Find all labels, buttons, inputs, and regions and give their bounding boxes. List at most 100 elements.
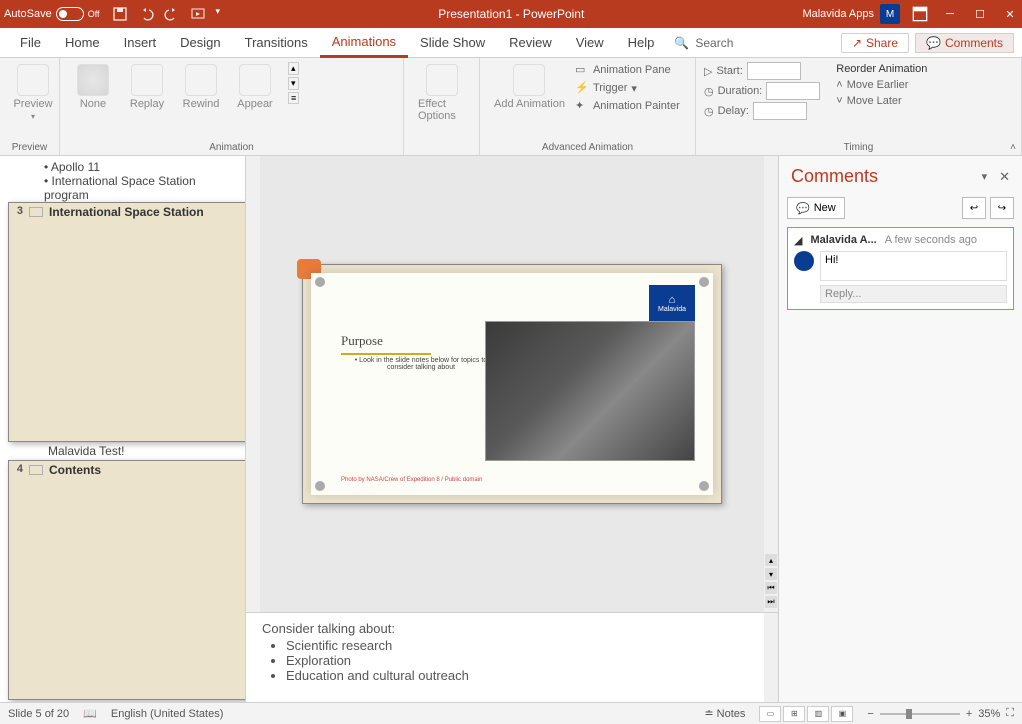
new-comment-button[interactable]: 💬 New (787, 197, 845, 219)
reading-view-icon[interactable]: ▥ (807, 706, 829, 722)
effect-options-button[interactable]: Effect Options (412, 62, 471, 124)
notes-item: Education and cultural outreach (286, 668, 762, 683)
start-from-beginning-icon[interactable] (190, 6, 206, 22)
prev-slide-icon[interactable]: ⏮ (765, 582, 777, 594)
undo-icon[interactable] (138, 6, 154, 22)
delay-field[interactable]: ◷Delay: (704, 102, 820, 120)
comment-icon: 💬 (926, 36, 941, 50)
outline-slide[interactable]: 4Contents (8, 460, 246, 700)
slide-area: ⌂Malavida Purpose • Look in the slide no… (246, 156, 778, 702)
notes-item: Scientific research (286, 638, 762, 653)
outline-slide[interactable]: 3International Space Station (8, 202, 246, 442)
maximize-icon[interactable]: ☐ (972, 6, 988, 22)
user-account[interactable]: Malavida Apps M (802, 4, 900, 24)
scroll-down-icon[interactable]: ▾ (765, 568, 777, 580)
slide-preview[interactable]: ⌂Malavida Purpose • Look in the slide no… (302, 264, 722, 504)
menu-bar: File Home Insert Design Transitions Anim… (0, 28, 1022, 58)
search-button[interactable]: 🔍 Search (666, 36, 741, 50)
star-icon (77, 64, 109, 96)
appear-icon (239, 64, 271, 96)
slide-title: Purpose (341, 333, 431, 355)
notes-pane[interactable]: Consider talking about: Scientific resea… (246, 612, 778, 702)
notes-scroll[interactable] (764, 613, 778, 702)
trigger-button[interactable]: ⚡Trigger ▾ (575, 80, 680, 96)
vscroll-right[interactable]: ▴ ▾ ⏮ ⏭ (764, 156, 778, 612)
tab-animations[interactable]: Animations (320, 28, 408, 58)
slide-sorter-icon[interactable]: ⊞ (783, 706, 805, 722)
gallery-more-icon[interactable]: ≡ (288, 92, 299, 104)
comment-time: A few seconds ago (885, 234, 977, 247)
minimize-icon[interactable]: ─ (942, 6, 958, 22)
outline-bullet[interactable]: Purpose (8, 700, 237, 702)
outline-subtitle[interactable]: Malavida Test! (8, 442, 237, 460)
animation-appear[interactable]: Appear (230, 62, 280, 112)
normal-view-icon[interactable]: ▭ (759, 706, 781, 722)
zoom-out-icon[interactable]: − (867, 708, 873, 720)
group-label-animation: Animation (68, 142, 395, 153)
add-animation-button[interactable]: Add Animation (488, 62, 571, 112)
outline-pane[interactable]: Apollo 11International Space Station pro… (0, 156, 246, 702)
zoom-level[interactable]: 35% (978, 708, 1000, 720)
tab-file[interactable]: File (8, 28, 53, 58)
animation-none[interactable]: None (68, 62, 118, 112)
ribbon-display-icon[interactable] (912, 6, 928, 22)
comments-dropdown-icon[interactable]: ▾ (982, 170, 988, 183)
save-icon[interactable] (112, 6, 128, 22)
slideshow-view-icon[interactable]: ▣ (831, 706, 853, 722)
reorder-label: Reorder Animation (836, 62, 927, 76)
comments-close-icon[interactable]: ✕ (999, 169, 1010, 185)
duration-field[interactable]: ◷Duration: (704, 82, 820, 100)
zoom-in-icon[interactable]: + (966, 708, 972, 720)
close-icon[interactable]: ✕ (1002, 6, 1018, 22)
vscroll-left[interactable] (246, 156, 260, 612)
search-icon: 🔍 (674, 36, 689, 50)
tab-view[interactable]: View (564, 28, 616, 58)
outline-bullet[interactable]: International Space Station program (8, 174, 237, 202)
tab-insert[interactable]: Insert (112, 28, 169, 58)
tab-slideshow[interactable]: Slide Show (408, 28, 497, 58)
comments-button[interactable]: 💬 Comments (915, 33, 1014, 53)
tab-transitions[interactable]: Transitions (233, 28, 320, 58)
language-button[interactable]: English (United States) (111, 708, 224, 720)
move-earlier-button[interactable]: ˄ Move Earlier (836, 78, 927, 92)
spellcheck-icon[interactable]: 📖 (83, 707, 97, 720)
redo-icon[interactable] (164, 6, 180, 22)
tab-review[interactable]: Review (497, 28, 564, 58)
share-button[interactable]: ↗ Share (841, 33, 909, 53)
animation-rewind[interactable]: Rewind (176, 62, 226, 112)
comment-text[interactable]: Hi! (820, 251, 1007, 281)
main-area: Apollo 11International Space Station pro… (0, 156, 1022, 702)
slide-logo: ⌂Malavida (649, 285, 695, 321)
next-comment-button[interactable]: ↪ (990, 197, 1014, 219)
comments-title: Comments (791, 166, 878, 187)
slide-body: • Look in the slide notes below for topi… (351, 357, 491, 371)
comment-collapse-icon[interactable]: ◢ (794, 234, 802, 247)
slide-counter[interactable]: Slide 5 of 20 (8, 708, 69, 720)
outline-bullet[interactable]: Apollo 11 (8, 160, 237, 174)
group-label-timing: Timing (704, 142, 1013, 153)
preview-button[interactable]: Preview ▾ (8, 62, 58, 123)
animation-replay[interactable]: Replay (122, 62, 172, 112)
gallery-up-icon[interactable]: ▴ (288, 62, 299, 75)
prev-comment-button[interactable]: ↩ (962, 197, 986, 219)
animation-pane-button[interactable]: ▭Animation Pane (575, 62, 680, 78)
scroll-up-icon[interactable]: ▴ (765, 554, 777, 566)
reply-input[interactable]: Reply... (820, 285, 1007, 303)
fit-to-window-icon[interactable]: ⛶ (1006, 707, 1014, 720)
move-later-button[interactable]: ˅ Move Later (836, 94, 927, 108)
play-icon: ▷ (704, 65, 712, 78)
tab-help[interactable]: Help (616, 28, 667, 58)
tab-design[interactable]: Design (168, 28, 232, 58)
autosave-toggle[interactable]: AutoSave Off (4, 7, 100, 21)
slide-credit: Photo by NASA/Crew of Expedition 8 / Pub… (341, 477, 482, 483)
animation-painter-button[interactable]: ✦Animation Painter (575, 98, 680, 114)
zoom-slider[interactable]: − + 35% ⛶ (867, 707, 1014, 720)
comment-author: Malavida A... (810, 234, 876, 247)
gallery-down-icon[interactable]: ▾ (288, 77, 299, 90)
tab-home[interactable]: Home (53, 28, 112, 58)
collapse-ribbon-icon[interactable]: ˄ (1010, 142, 1016, 153)
comment-avatar-icon (794, 251, 814, 271)
notes-button[interactable]: ≐ Notes (704, 707, 745, 720)
next-slide-icon[interactable]: ⏭ (765, 596, 777, 608)
start-field[interactable]: ▷Start: (704, 62, 820, 80)
